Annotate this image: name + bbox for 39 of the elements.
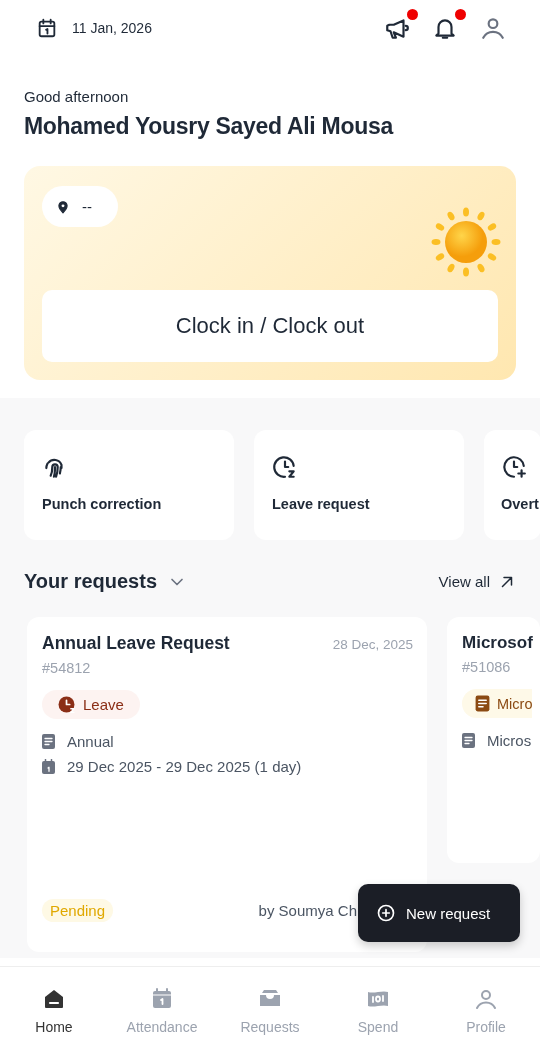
location-chip: -- [42,186,118,227]
document-icon [462,733,475,748]
profile-icon[interactable] [480,15,506,41]
category-tag: Leave [42,690,140,719]
request-number: #54812 [42,660,92,676]
quick-action-card[interactable]: Leave request [254,430,464,540]
document-icon [474,695,491,712]
clock-button[interactable]: Clock in / Clock out [42,290,498,362]
requester-text: by Soumya Ch [258,902,357,919]
calendar-icon [42,759,55,774]
user-name: Mohamed Yousry Sayed Ali Mousa [24,113,395,140]
new-request-button[interactable]: New request [358,884,520,942]
requests-dropdown[interactable]: Your requests [24,570,187,593]
quick-action-card[interactable]: Punch correction [24,430,234,540]
quick-action-card[interactable]: Overt [484,430,540,540]
document-icon [42,734,55,749]
clock-icon [58,696,75,713]
add-circle-icon [376,903,396,923]
greeting-text: Good afternoon [24,88,130,105]
detail-text: Annual [67,733,114,750]
request-date: 28 Dec, 2025 [332,637,413,652]
status-badge: Pending [42,899,114,922]
request-title: Annual Leave Request [42,633,230,654]
request-title: Microsof [462,633,533,653]
request-number: #51086 [462,659,512,675]
clock-plus-icon [501,454,527,480]
profile-icon [474,987,498,1011]
detail-text: Micros [487,732,532,749]
nav-tab[interactable]: Home [0,967,108,1061]
calendar-icon [36,17,58,39]
clock-icon [272,454,298,480]
view-all-link[interactable]: View all [438,572,516,591]
detail-text: 29 Dec 2025 - 29 Dec 2025 (1 day) [67,758,302,775]
date-text: 11 Jan, 2026 [72,20,152,36]
category-tag: Micro [462,689,533,718]
location-pin-icon [56,199,70,214]
home-icon [42,987,66,1011]
request-card[interactable]: Microsof #51086 Micro Micros [447,617,540,863]
calendar-icon [150,987,174,1011]
